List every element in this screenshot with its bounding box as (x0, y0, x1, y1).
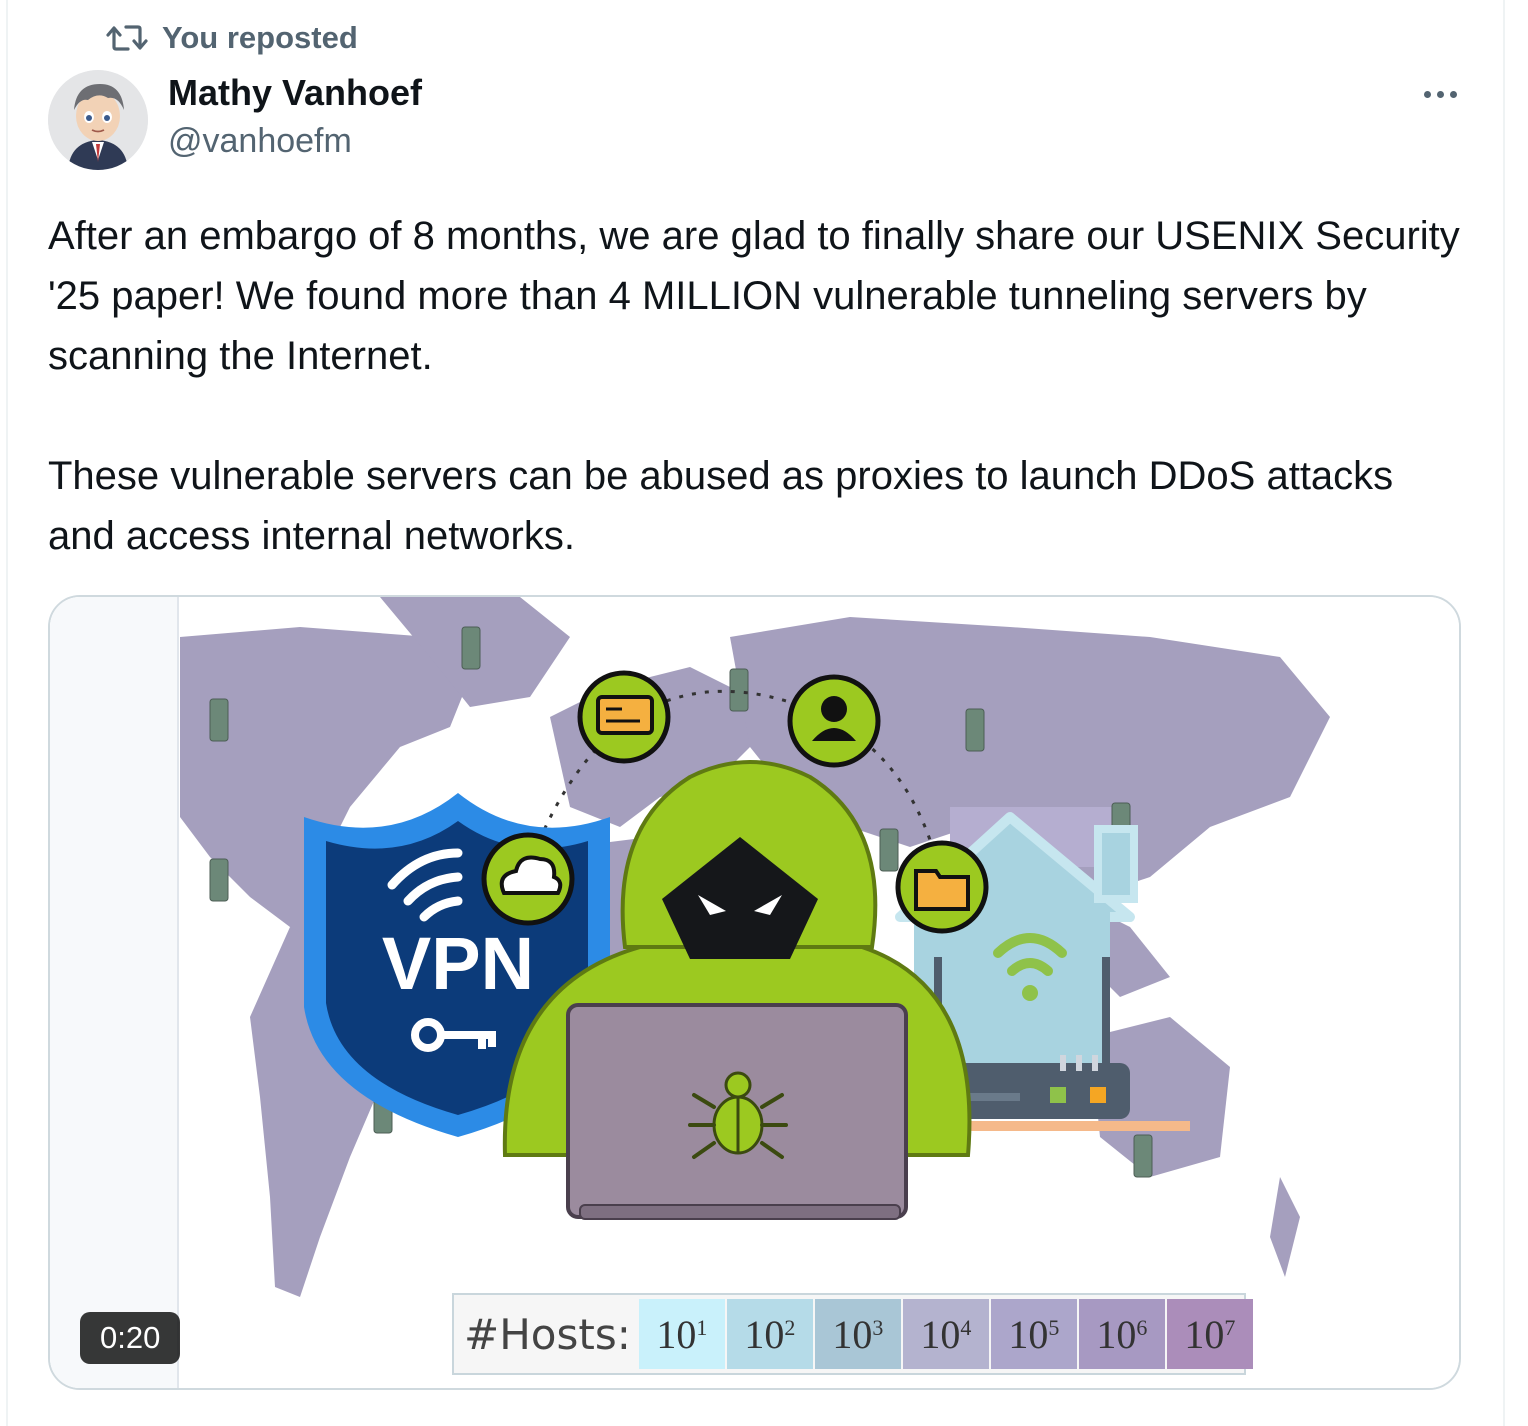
legend-cell-base: 10 (1008, 1311, 1049, 1357)
video-thumbnail: VPN (50, 597, 1459, 1388)
legend-cell: 10 2 (726, 1299, 813, 1369)
legend-cell-base: 10 (656, 1311, 697, 1357)
legend-cell-exponent: 1 (696, 1315, 708, 1340)
legend-cell-exponent: 7 (1224, 1315, 1236, 1340)
card-right-border (1503, 0, 1505, 1426)
hosts-legend: #Hosts: 10 1 10 2 10 3 10 4 10 5 10 6 10 7 (452, 1293, 1253, 1375)
video-player[interactable]: VPN #Hosts: 10 1 10 2 10 3 10 4 10 5 10 … (48, 595, 1461, 1390)
legend-cell-base: 10 (1184, 1311, 1225, 1357)
legend-cell: 10 4 (902, 1299, 989, 1369)
legend-cell-base: 10 (920, 1311, 961, 1357)
legend-cell: 10 6 (1078, 1299, 1165, 1369)
legend-cell-base: 10 (744, 1311, 785, 1357)
legend-cell-exponent: 4 (960, 1315, 972, 1340)
tweet-text: After an embargo of 8 months, we are gla… (48, 206, 1468, 566)
legend-cell-exponent: 3 (872, 1315, 884, 1340)
legend-cells: 10 1 10 2 10 3 10 4 10 5 10 6 10 7 (638, 1299, 1255, 1369)
legend-cell-exponent: 6 (1136, 1315, 1148, 1340)
avatar[interactable] (48, 70, 148, 170)
video-duration-badge: 0:20 (80, 1312, 181, 1364)
more-dot-icon (1449, 90, 1457, 98)
repost-label: You reposted (162, 20, 358, 55)
author-handle[interactable]: @vanhoefm (168, 122, 352, 161)
legend-cell: 10 3 (814, 1299, 901, 1369)
tweet-paragraph: After an embargo of 8 months, we are gla… (48, 214, 1460, 378)
more-dot-icon (1423, 90, 1431, 98)
legend-cell: 10 7 (1166, 1299, 1253, 1369)
legend-cell-exponent: 2 (784, 1315, 796, 1340)
more-options-button[interactable] (1410, 76, 1470, 112)
legend-cell: 10 5 (990, 1299, 1077, 1369)
legend-cell: 10 1 (638, 1299, 725, 1369)
repost-context: You reposted (106, 20, 358, 56)
tweet-paragraph: These vulnerable servers can be abused a… (48, 454, 1394, 558)
legend-label: #Hosts: (464, 1309, 631, 1359)
vpn-label: VPN (382, 922, 534, 1005)
legend-cell-base: 10 (832, 1311, 873, 1357)
more-dot-icon (1436, 90, 1444, 98)
legend-cell-base: 10 (1096, 1311, 1137, 1357)
legend-cell-exponent: 5 (1048, 1315, 1060, 1340)
repost-icon (106, 20, 148, 56)
card-left-border (6, 0, 8, 1426)
author-name[interactable]: Mathy Vanhoef (168, 72, 422, 114)
